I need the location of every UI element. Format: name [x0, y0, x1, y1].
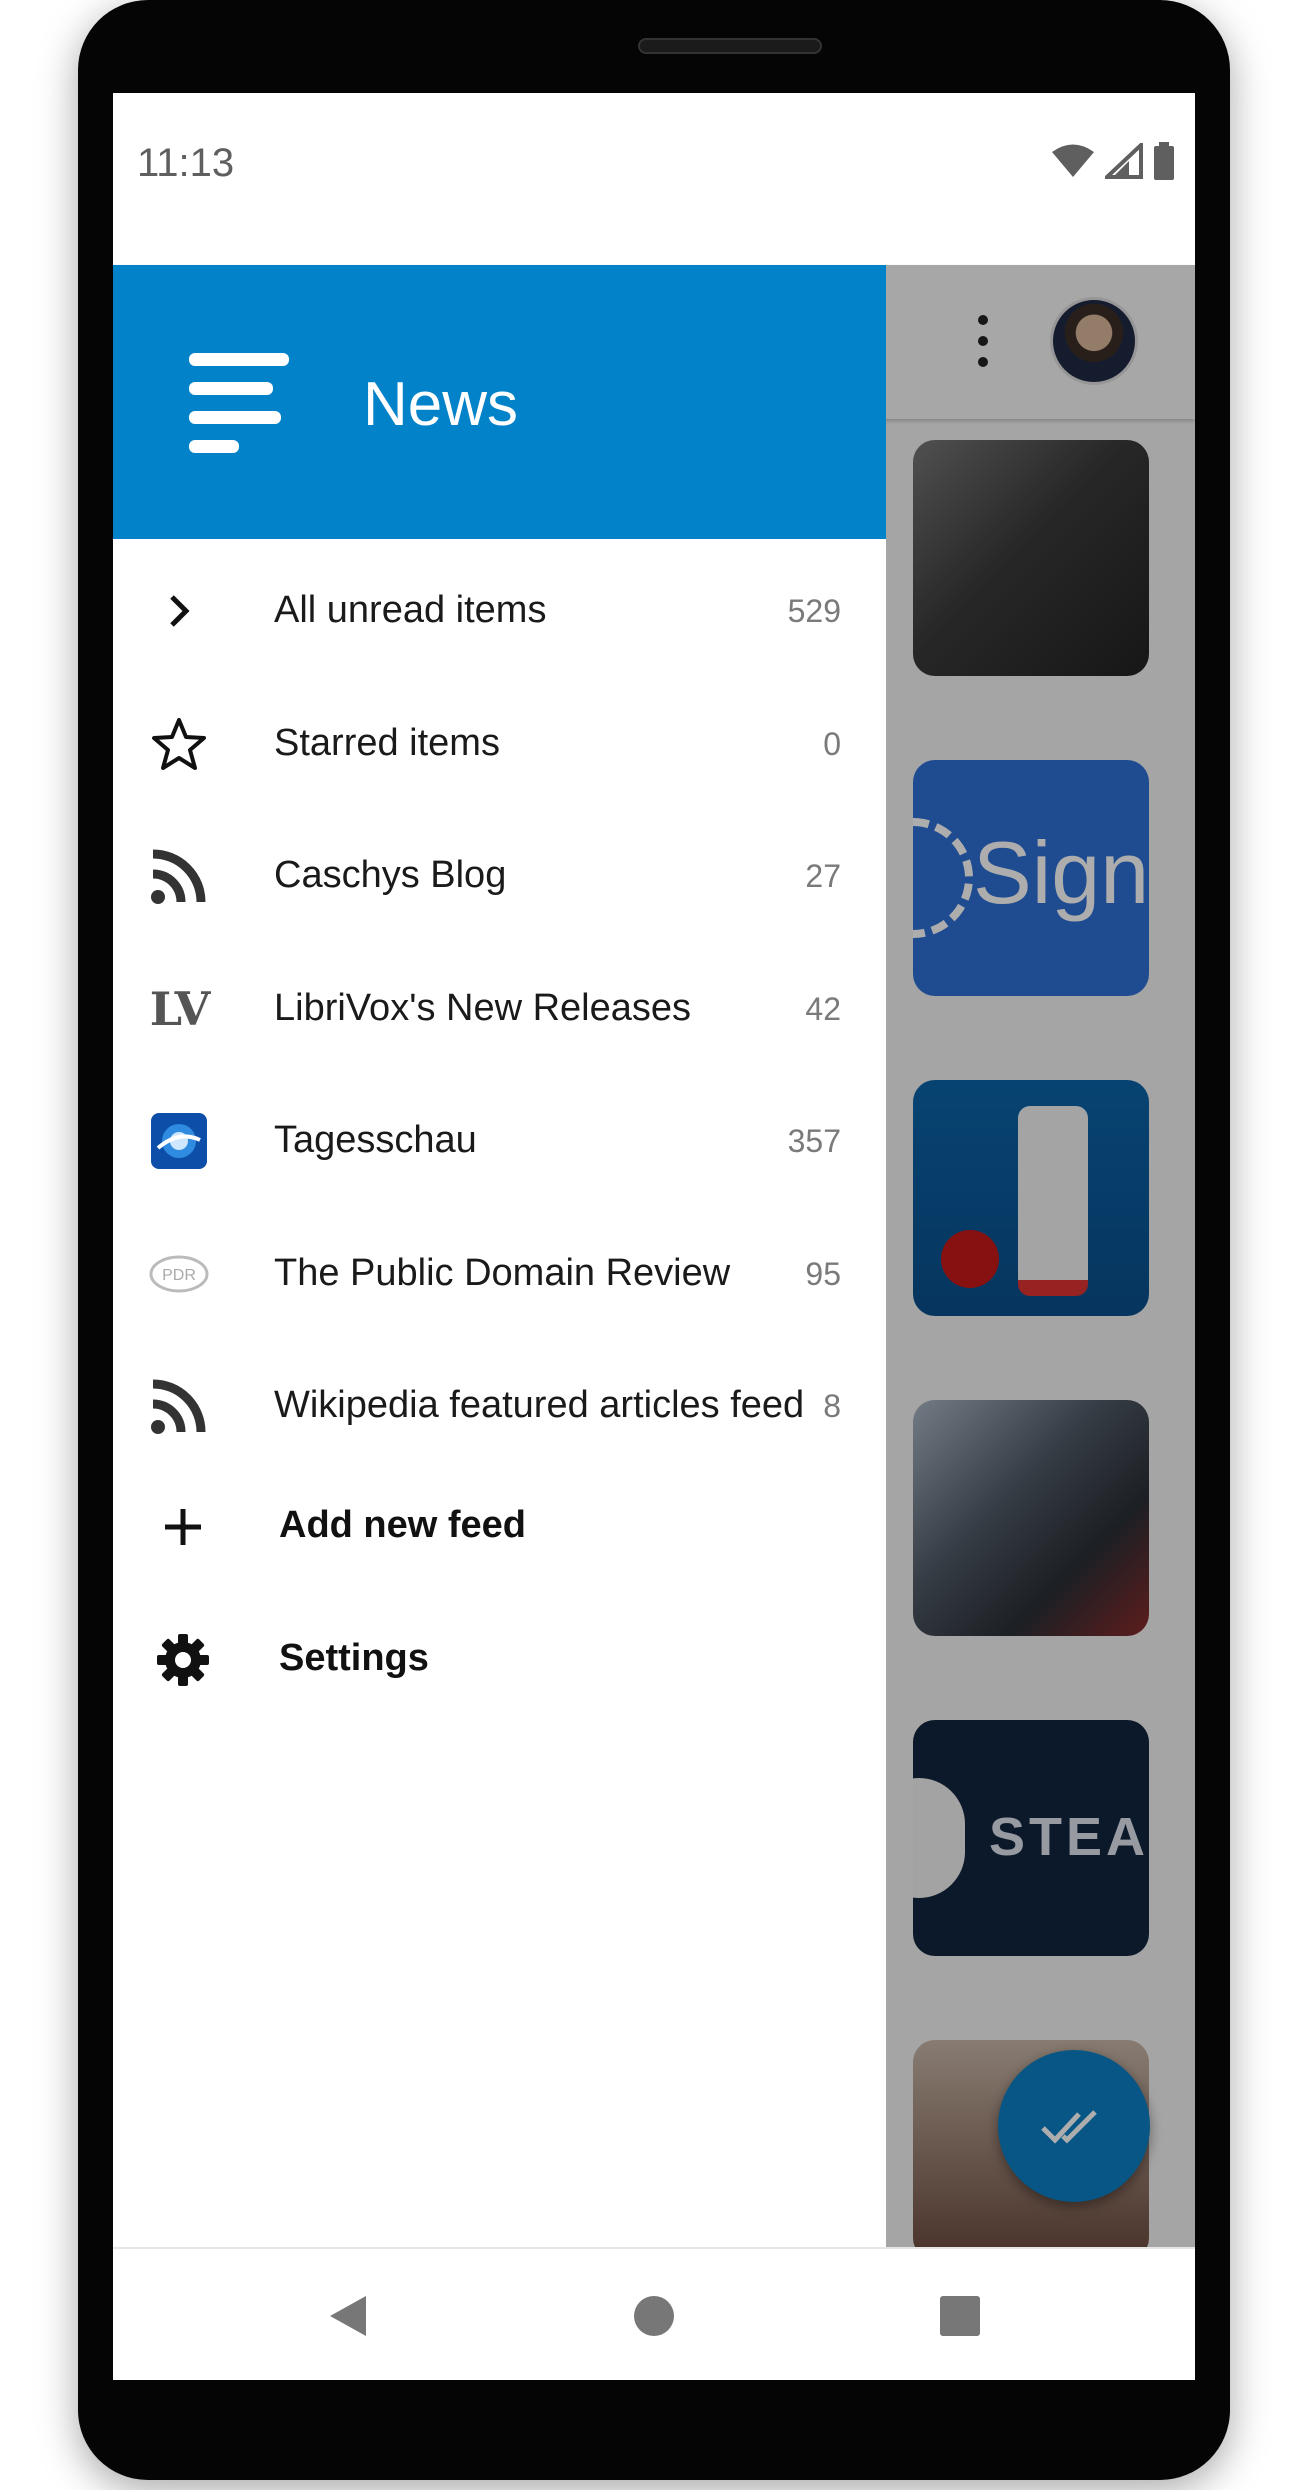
add-new-feed-button[interactable]: Add new feed — [113, 1467, 886, 1587]
public-domain-review-logo-icon: PDR — [149, 1244, 209, 1304]
feed-item-tagesschau[interactable]: Tagesschau 357 — [113, 1075, 886, 1208]
action-label: Add new feed — [279, 1504, 527, 1546]
back-triangle-icon — [330, 2296, 366, 2336]
feed-label: LibriVox's New Releases — [274, 986, 691, 1029]
feed-item-wikipedia[interactable]: Wikipedia featured articles feed 8 — [113, 1340, 886, 1473]
unread-count: 357 — [787, 1123, 841, 1159]
app-title: News — [363, 370, 519, 439]
status-time: 11:13 — [137, 141, 235, 185]
cell-signal-icon — [1105, 143, 1143, 179]
status-bar: 11:13 — [113, 93, 1195, 265]
star-outline-icon — [149, 714, 209, 774]
feed-label: Tagesschau — [274, 1119, 477, 1161]
unread-count: 8 — [823, 1388, 841, 1424]
drawer-header: News — [113, 265, 886, 539]
home-circle-icon — [634, 2296, 674, 2336]
svg-text:PDR: PDR — [162, 1267, 196, 1284]
tagesschau-logo-icon — [149, 1111, 209, 1171]
battery-icon — [1154, 142, 1174, 180]
recents-square-icon — [940, 2296, 980, 2336]
chevron-right-icon — [149, 581, 209, 641]
feed-label: Wikipedia featured articles feed — [274, 1384, 805, 1426]
feed-label: Caschys Blog — [274, 854, 507, 896]
unread-count: 529 — [787, 593, 841, 629]
recents-button[interactable] — [935, 2291, 985, 2341]
status-icons — [1051, 141, 1175, 181]
unread-count: 42 — [805, 990, 841, 1027]
librivox-logo-icon: LV — [149, 981, 211, 1036]
action-label: Settings — [279, 1637, 429, 1679]
rss-icon — [149, 846, 209, 906]
home-button[interactable] — [629, 2291, 679, 2341]
plus-icon — [153, 1497, 213, 1557]
unread-count: 27 — [805, 858, 841, 894]
unread-count: 0 — [823, 725, 841, 762]
rss-icon — [149, 1376, 209, 1436]
back-button[interactable] — [323, 2291, 373, 2341]
wifi-icon — [1052, 144, 1094, 177]
feed-item-caschys-blog[interactable]: Caschys Blog 27 — [113, 810, 886, 943]
feed-item-all-unread[interactable]: All unread items 529 — [113, 545, 886, 678]
unread-count: 95 — [805, 1255, 841, 1292]
feed-label: The Public Domain Review — [274, 1251, 731, 1294]
navigation-drawer: News All unread items 529 Starred items … — [113, 265, 886, 2247]
earpiece-speaker — [638, 38, 822, 54]
feed-label: Starred items — [274, 721, 500, 764]
feed-item-starred[interactable]: Starred items 0 — [113, 678, 886, 811]
device-screen: 11:13 Sign STEA News All unread items 52… — [113, 93, 1195, 2380]
feed-item-librivox[interactable]: LV LibriVox's New Releases 42 — [113, 943, 886, 1076]
settings-button[interactable]: Settings — [113, 1600, 886, 1720]
feed-label: All unread items — [274, 589, 547, 631]
news-app-icon — [189, 353, 299, 453]
feed-list: All unread items 529 Starred items 0 Cas… — [113, 545, 886, 1473]
feed-item-public-domain-review[interactable]: PDR The Public Domain Review 95 — [113, 1208, 886, 1341]
system-nav-bar — [113, 2247, 1195, 2380]
gear-icon — [153, 1630, 213, 1690]
